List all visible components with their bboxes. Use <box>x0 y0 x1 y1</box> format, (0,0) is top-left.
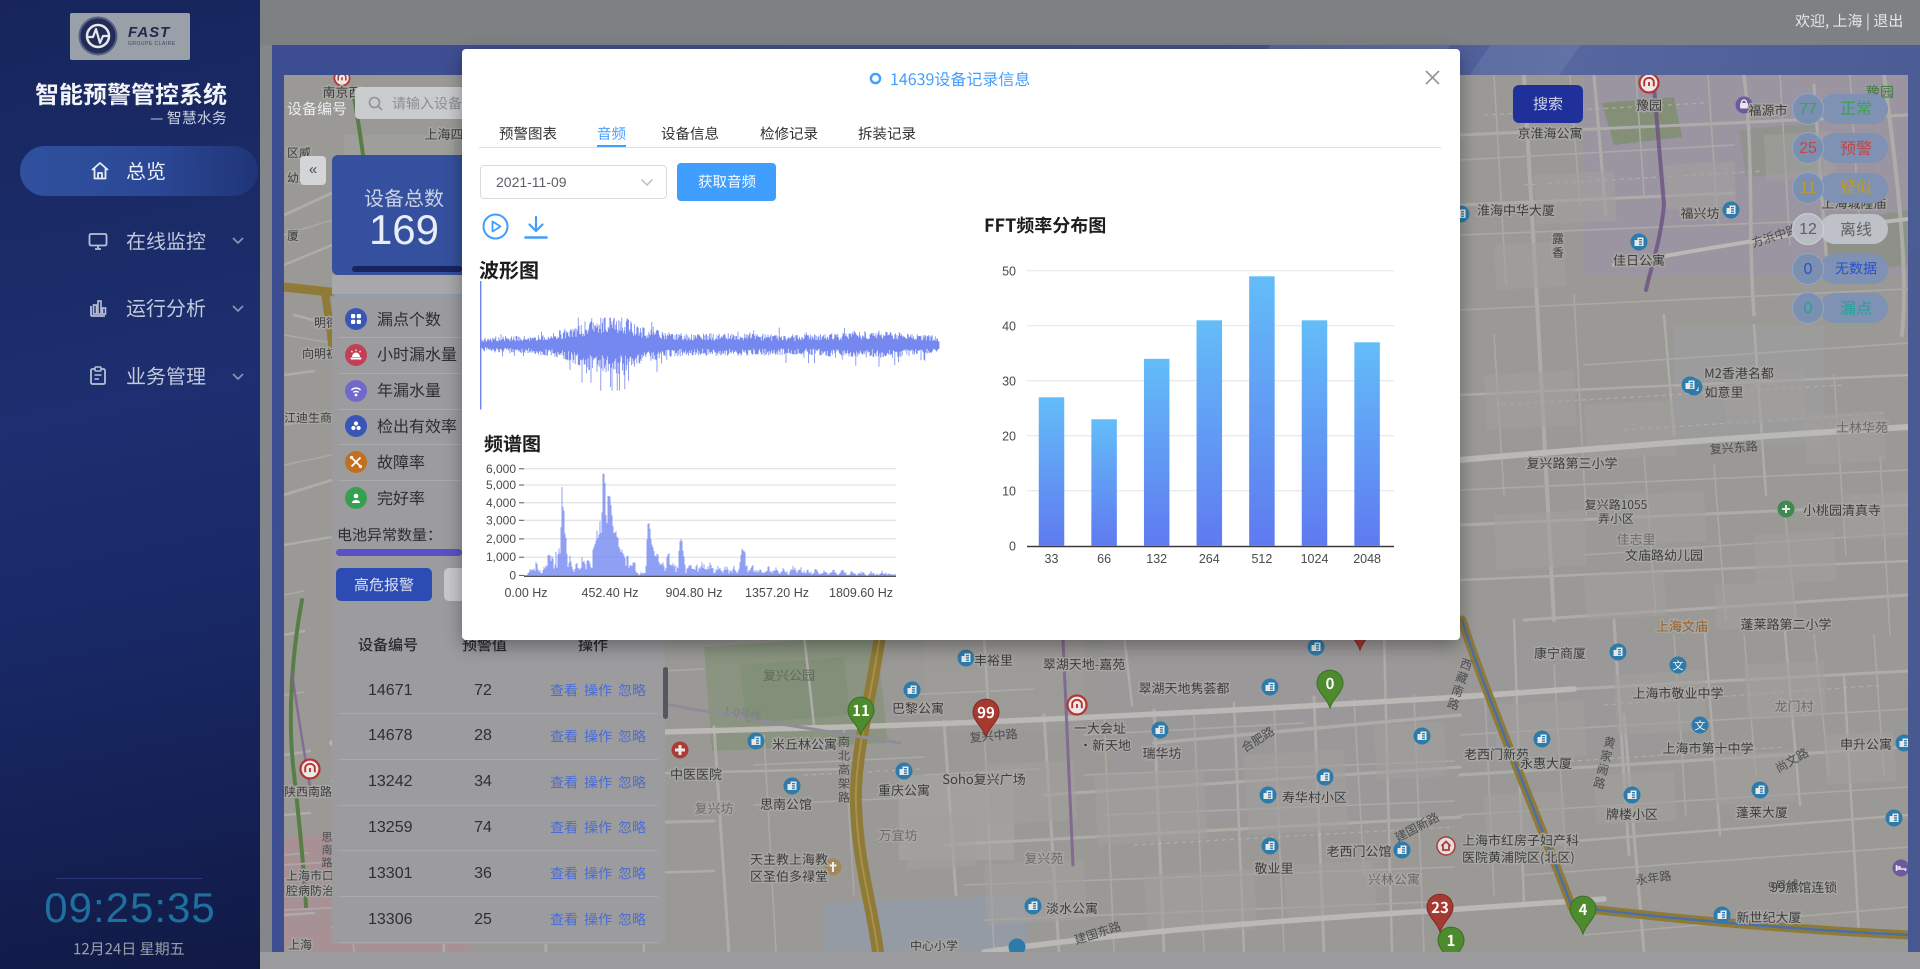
svg-text:1024: 1024 <box>1301 552 1329 566</box>
svg-text:512: 512 <box>1251 552 1272 566</box>
svg-text:30: 30 <box>1002 374 1016 388</box>
svg-text:264: 264 <box>1199 552 1220 566</box>
svg-text:132: 132 <box>1146 552 1167 566</box>
svg-text:20: 20 <box>1002 429 1016 443</box>
svg-text:0: 0 <box>1009 539 1016 553</box>
svg-text:2048: 2048 <box>1353 552 1381 566</box>
svg-text:40: 40 <box>1002 319 1016 333</box>
svg-text:50: 50 <box>1002 264 1016 278</box>
svg-text:66: 66 <box>1097 552 1111 566</box>
svg-text:10: 10 <box>1002 484 1016 498</box>
svg-text:33: 33 <box>1045 552 1059 566</box>
